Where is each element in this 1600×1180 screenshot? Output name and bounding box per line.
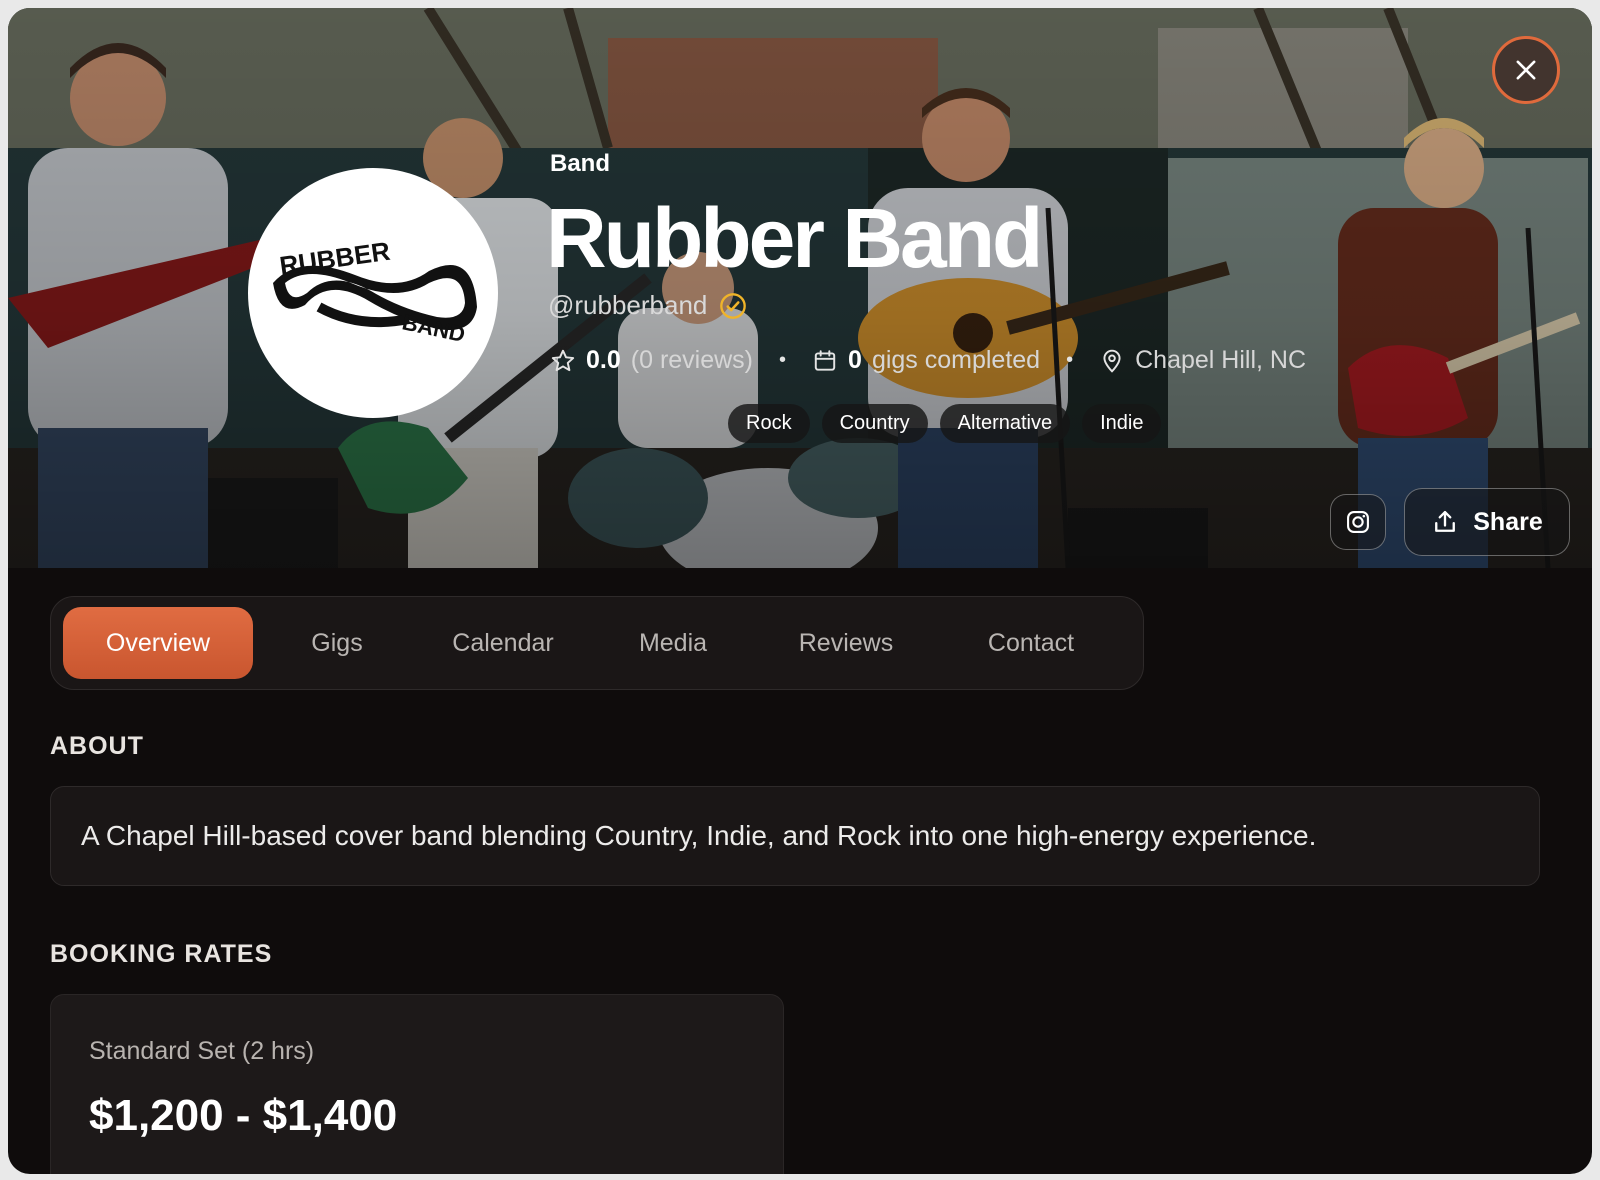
about-heading: ABOUT: [50, 732, 144, 760]
rate-price: $1,200 - $1,400: [89, 1091, 398, 1140]
profile-tabs: Overview Gigs Calendar Media Reviews Con…: [50, 596, 1144, 690]
tab-calendar[interactable]: Calendar: [423, 607, 583, 679]
calendar-icon: [814, 349, 836, 371]
about-card: A Chapel Hill-based cover band blending …: [50, 786, 1540, 886]
gigs-label: gigs completed: [871, 346, 1041, 374]
location-text: Chapel Hill, NC: [1135, 346, 1306, 374]
separator-dot: •: [779, 349, 787, 371]
instagram-button[interactable]: [1330, 494, 1386, 550]
tab-overview[interactable]: Overview: [63, 607, 253, 679]
rate-card[interactable]: Standard Set (2 hrs) $1,200 - $1,400: [50, 994, 784, 1174]
genre-tag-indie[interactable]: Indie: [1082, 404, 1162, 443]
separator-dot: •: [1066, 349, 1074, 371]
star-icon: [551, 349, 575, 371]
verified-icon: [719, 292, 747, 320]
close-icon: [1516, 60, 1536, 80]
stats-row: 0.0 (0 reviews) • 0 gigs completed • Cha…: [550, 346, 1306, 375]
instagram-icon: [1347, 511, 1369, 533]
gigs-count: 0: [848, 346, 862, 374]
tab-media[interactable]: Media: [613, 607, 733, 679]
share-icon: [1435, 510, 1456, 532]
tab-reviews[interactable]: Reviews: [771, 607, 921, 679]
genre-tag-alternative[interactable]: Alternative: [939, 404, 1071, 443]
handle-row: @rubberband: [548, 290, 747, 321]
booking-rates-heading: BOOKING RATES: [50, 940, 273, 968]
profile-handle: @rubberband: [548, 290, 708, 320]
genre-tag-country[interactable]: Country: [821, 404, 928, 443]
rating-value: 0.0: [586, 346, 621, 374]
profile-modal: RUBBER BAND Band Rubber Band @rubberband…: [8, 8, 1592, 1174]
hero-overlay: [8, 8, 1592, 568]
about-text: A Chapel Hill-based cover band blending …: [81, 820, 1317, 851]
reviews-count: (0 reviews): [630, 346, 754, 374]
gigs-stat: 0 gigs completed: [812, 346, 1040, 375]
hero-banner: RUBBER BAND Band Rubber Band @rubberband…: [8, 8, 1592, 568]
share-button[interactable]: Share: [1404, 488, 1570, 556]
rating-stat: 0.0 (0 reviews): [550, 346, 753, 375]
profile-type: Band: [550, 150, 610, 177]
location-stat: Chapel Hill, NC: [1099, 346, 1306, 375]
band-logo: RUBBER BAND: [273, 236, 477, 347]
profile-name: Rubber Band: [546, 191, 1043, 285]
share-label: Share: [1473, 507, 1543, 536]
genre-tags: Rock Country Alternative Indie: [728, 404, 1162, 443]
band-logo-avatar: RUBBER BAND: [248, 168, 498, 418]
tab-gigs[interactable]: Gigs: [273, 607, 401, 679]
close-button[interactable]: [1492, 36, 1560, 104]
rate-label: Standard Set (2 hrs): [89, 1037, 315, 1065]
genre-tag-rock[interactable]: Rock: [728, 404, 810, 443]
location-pin-icon: [1103, 349, 1121, 373]
tab-contact[interactable]: Contact: [961, 607, 1101, 679]
